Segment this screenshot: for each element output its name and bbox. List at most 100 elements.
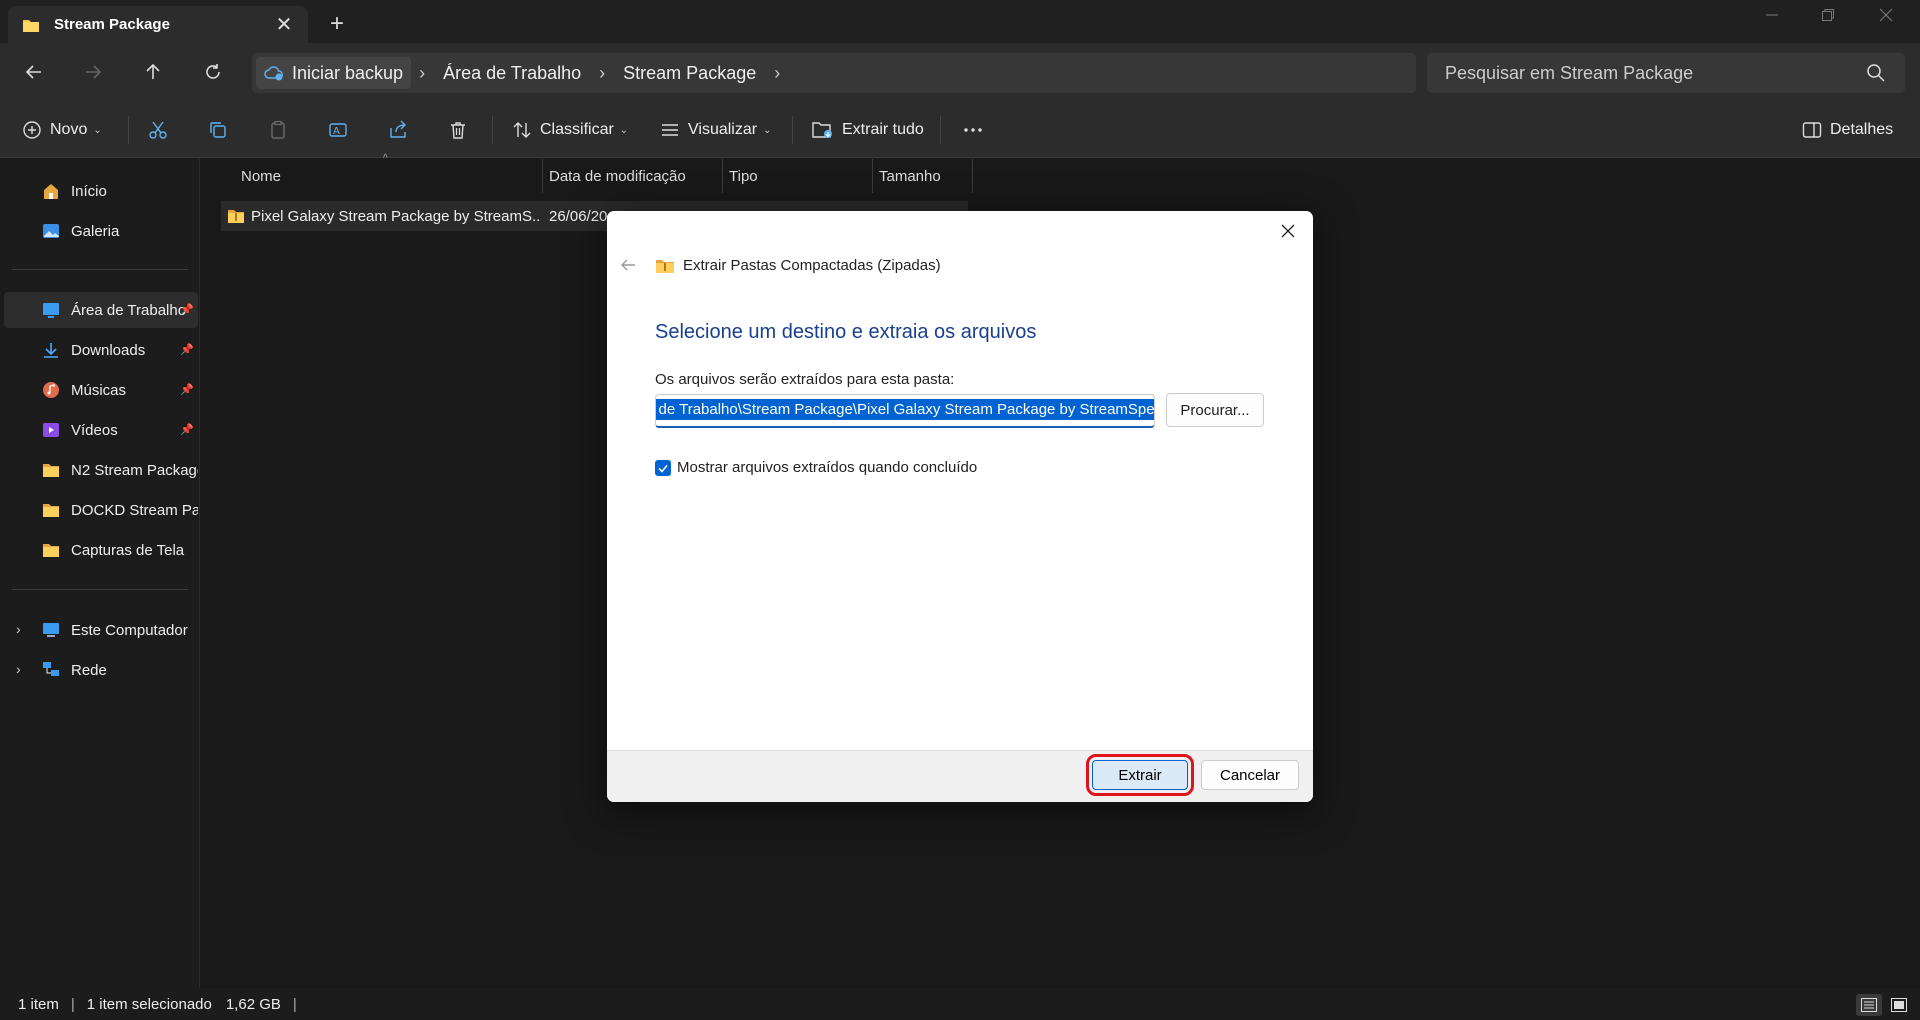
close-icon (1281, 224, 1295, 238)
browse-button[interactable]: Procurar... (1166, 393, 1264, 427)
chevron-right-icon[interactable]: › (411, 63, 433, 84)
minimize-icon (1766, 14, 1778, 16)
search-box[interactable] (1427, 53, 1905, 93)
new-button[interactable]: Novo ⌄ (22, 114, 102, 146)
details-label: Detalhes (1830, 121, 1894, 138)
view-button[interactable]: Visualizar ⌄ (660, 114, 771, 146)
sidebar-item-downloads[interactable]: Downloads 📌 (4, 332, 198, 368)
details-view-button[interactable] (1856, 994, 1882, 1016)
breadcrumb-stream-package[interactable]: Stream Package (613, 63, 766, 84)
destination-label: Os arquivos serão extraídos para esta pa… (655, 371, 955, 388)
folder-icon (43, 544, 59, 557)
breadcrumb[interactable]: Iniciar backup › Área de Trabalho › Stre… (252, 53, 1416, 93)
clipboard-icon (271, 120, 285, 139)
new-tab-button[interactable]: + (322, 10, 352, 38)
tab-close-button[interactable]: ✕ (274, 12, 294, 37)
back-button[interactable] (17, 57, 51, 87)
checkbox-label: Mostrar arquivos extraídos quando conclu… (677, 459, 978, 476)
up-button[interactable] (136, 57, 170, 87)
details-pane-button[interactable]: Detalhes (1802, 114, 1893, 146)
sidebar-item-screenshots[interactable]: Capturas de Tela (4, 532, 198, 568)
sidebar-item-home[interactable]: Início (4, 173, 198, 209)
sidebar-item-n2-stream-package[interactable]: N2 Stream Package (4, 452, 198, 488)
sort-button[interactable]: Classificar ⌄ (512, 114, 628, 146)
chevron-right-icon[interactable]: › (766, 63, 788, 84)
column-header-label: Nome (241, 167, 282, 185)
sort-icon (513, 122, 531, 138)
folder-icon (23, 19, 39, 32)
sort-label: Classificar (540, 121, 614, 138)
sidebar-item-network[interactable]: › Rede (4, 652, 198, 688)
list-view-icon (662, 124, 678, 136)
extract-all-label: Extrair tudo (842, 121, 924, 138)
chevron-down-icon: ⌄ (93, 124, 102, 136)
desktop-icon (43, 303, 59, 318)
pin-icon[interactable]: 📌 (180, 303, 194, 316)
column-header-type[interactable]: Tipo (723, 159, 873, 193)
dialog-heading: Selecione um destino e extraia os arquiv… (655, 321, 1037, 343)
gallery-icon (43, 224, 59, 238)
show-extracted-checkbox[interactable]: Mostrar arquivos extraídos quando conclu… (655, 459, 977, 476)
sort-ascending-icon: ^ (383, 153, 388, 164)
breadcrumb-desktop[interactable]: Área de Trabalho (433, 63, 591, 84)
tiles-view-button[interactable] (1886, 994, 1912, 1016)
svg-text:A: A (333, 126, 340, 137)
rename-button[interactable]: A (328, 114, 356, 146)
copy-button[interactable] (208, 114, 236, 146)
chevron-right-icon[interactable]: › (591, 63, 613, 84)
pin-icon[interactable]: 📌 (180, 423, 194, 436)
breadcrumb-backup[interactable]: Iniciar backup (256, 57, 412, 89)
paste-button[interactable] (268, 114, 296, 146)
zip-folder-icon (228, 210, 244, 223)
sidebar-item-label: Área de Trabalho (71, 301, 187, 319)
more-options-button[interactable] (962, 114, 992, 146)
command-bar: Novo ⌄ A Classificar ⌄ Visualizar ⌄ Extr… (0, 102, 1920, 158)
sidebar-item-videos[interactable]: Vídeos 📌 (4, 412, 198, 448)
forward-button[interactable] (76, 57, 110, 87)
dialog-back-button[interactable] (615, 254, 641, 280)
chevron-right-icon[interactable]: › (16, 661, 21, 677)
checkbox-checked-icon[interactable] (655, 459, 671, 476)
share-button[interactable] (388, 114, 416, 146)
sidebar-item-music[interactable]: Músicas 📌 (4, 372, 198, 408)
column-header-label: Data de modificação (549, 167, 686, 185)
pin-icon[interactable]: 📌 (180, 343, 194, 356)
extract-button[interactable]: Extrair (1086, 754, 1194, 796)
delete-button[interactable] (448, 114, 476, 146)
cancel-button[interactable]: Cancelar (1201, 760, 1299, 790)
cloud-backup-icon (264, 66, 283, 81)
minimize-button[interactable] (1752, 6, 1792, 27)
details-pane-icon (1802, 122, 1822, 138)
more-icon (964, 128, 982, 132)
column-header-size[interactable]: Tamanho (873, 159, 973, 193)
column-header-name[interactable]: Nome ^ (235, 153, 543, 193)
folder-icon (43, 504, 59, 517)
extract-all-button[interactable]: Extrair tudo (812, 114, 924, 146)
destination-path-input[interactable]: a de Trabalho\Stream Package\Pixel Galax… (655, 394, 1155, 428)
tab-stream-package[interactable]: Stream Package ✕ (8, 6, 308, 43)
column-header-date[interactable]: Data de modificação (543, 159, 723, 193)
folder-icon (43, 464, 59, 477)
sidebar-item-gallery[interactable]: Galeria (4, 213, 198, 249)
dialog-footer: Extrair Cancelar (607, 750, 1313, 802)
chevron-right-icon[interactable]: › (16, 621, 21, 637)
sidebar-item-this-pc[interactable]: › Este Computador (4, 612, 198, 648)
download-icon (44, 343, 58, 358)
search-input[interactable] (1445, 62, 1865, 84)
restore-button[interactable] (1808, 6, 1848, 27)
column-header-label: Tamanho (879, 167, 941, 185)
pin-icon[interactable]: 📌 (180, 383, 194, 396)
chevron-down-icon: ⌄ (619, 124, 629, 136)
restore-icon (1822, 9, 1834, 21)
sidebar-item-label: Início (71, 182, 107, 200)
sidebar-item-label: Este Computador (71, 621, 188, 639)
tiles-view-icon (1891, 998, 1907, 1012)
sidebar-item-desktop[interactable]: Área de Trabalho 📌 (4, 292, 198, 328)
close-window-button[interactable] (1866, 6, 1906, 27)
sidebar-item-dockd-stream-package[interactable]: DOCKD Stream Package (4, 492, 198, 528)
arrow-right-icon (86, 65, 102, 79)
cut-button[interactable] (148, 114, 176, 146)
item-count: 1 item (18, 995, 59, 1013)
refresh-button[interactable] (196, 57, 230, 87)
dialog-close-button[interactable] (1273, 217, 1303, 247)
